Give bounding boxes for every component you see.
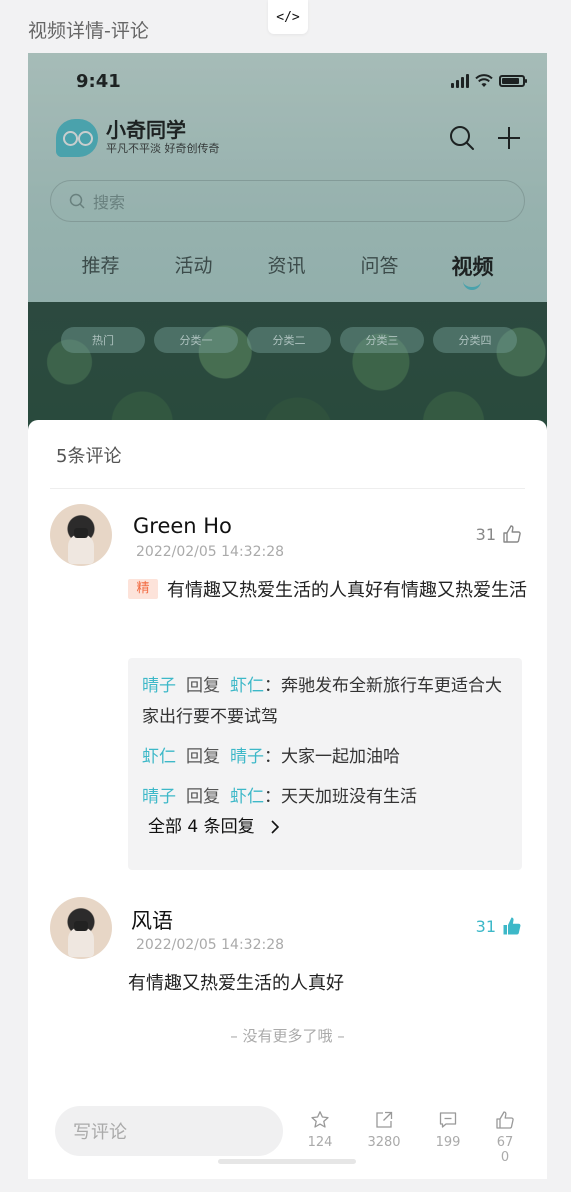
reply-from-user[interactable]: 虾仁 bbox=[142, 747, 176, 767]
logo-icon bbox=[56, 119, 98, 157]
brand: 小奇同学 平凡不平淡 好奇创传奇 bbox=[56, 119, 220, 157]
battery-icon bbox=[499, 75, 527, 87]
phone-screen: 9:41 小奇同学 平凡不平淡 好奇创传奇 搜索 推荐 活动 资讯 问答 视频 … bbox=[28, 53, 547, 1179]
comment-button[interactable]: 199 bbox=[424, 1110, 472, 1150]
reply-to-user[interactable]: 晴子 bbox=[230, 747, 264, 767]
reply-to-user[interactable]: 虾仁 bbox=[230, 676, 264, 696]
comments-sheet: 5条评论 Green Ho 2022/02/05 14:32:28 31 精有情… bbox=[28, 420, 547, 1179]
share-count: 3280 bbox=[367, 1135, 401, 1150]
search-icon[interactable] bbox=[449, 125, 475, 151]
featured-tag: 精 bbox=[128, 579, 158, 599]
chip-category-4[interactable]: 分类四 bbox=[433, 327, 517, 353]
status-time: 9:41 bbox=[76, 71, 121, 92]
reply-thread: 晴子 回复 虾仁：奔驰发布全新旅行车更适合大家出行要不要试驾 虾仁 回复 晴子：大家一起… bbox=[128, 658, 522, 870]
comment-text: 精有情趣又热爱生活的人真好有情趣又热爱生活 bbox=[128, 575, 528, 607]
brand-tagline: 平凡不平淡 好奇创传奇 bbox=[106, 142, 220, 155]
chevron-right-icon bbox=[271, 820, 279, 834]
brand-name: 小奇同学 bbox=[106, 118, 186, 142]
reply-item[interactable]: 晴子 回复 虾仁：奔驰发布全新旅行车更适合大家出行要不要试驾 bbox=[142, 671, 508, 733]
chip-category-3[interactable]: 分类三 bbox=[340, 327, 424, 353]
tab-qa[interactable]: 问答 bbox=[333, 251, 426, 291]
share-button[interactable]: 3280 bbox=[360, 1110, 408, 1150]
comment-icon bbox=[439, 1112, 457, 1128]
status-bar: 9:41 bbox=[28, 69, 547, 97]
avatar[interactable] bbox=[50, 504, 112, 566]
comment-text: 有情趣又热爱生活的人真好 bbox=[128, 973, 344, 994]
reply-from-user[interactable]: 晴子 bbox=[142, 676, 176, 696]
comment-input[interactable]: 写评论 bbox=[55, 1106, 283, 1156]
bottom-action-bar: 写评论 124 3280 199 670 bbox=[28, 1086, 547, 1179]
thumbs-up-icon bbox=[503, 525, 521, 543]
add-icon[interactable] bbox=[497, 126, 521, 150]
code-view-button[interactable]: </> bbox=[268, 0, 308, 34]
like-button[interactable]: 31 bbox=[476, 916, 522, 936]
comment-user-name[interactable]: Green Ho bbox=[133, 514, 232, 538]
like-button[interactable]: 31 bbox=[476, 524, 522, 544]
star-icon bbox=[311, 1111, 329, 1128]
like-count: 31 bbox=[475, 916, 496, 936]
search-input[interactable]: 搜索 bbox=[50, 180, 525, 222]
reply-to-user[interactable]: 虾仁 bbox=[230, 787, 264, 807]
page-label: 视频详情-评论 bbox=[28, 20, 149, 42]
reply-item[interactable]: 晴子 回复 虾仁：天天加班没有生活 bbox=[142, 782, 508, 813]
tab-news[interactable]: 资讯 bbox=[240, 251, 333, 291]
like-count: 31 bbox=[475, 524, 496, 544]
wifi-icon bbox=[475, 74, 493, 87]
avatar[interactable] bbox=[50, 897, 112, 959]
like-video-button[interactable]: 670 bbox=[494, 1110, 516, 1165]
comments-count-title: 5条评论 bbox=[56, 446, 122, 467]
thumbs-up-filled-icon bbox=[503, 917, 521, 935]
chip-category-2[interactable]: 分类二 bbox=[247, 327, 331, 353]
comment-user-name[interactable]: 风语 bbox=[131, 905, 173, 935]
search-icon bbox=[69, 193, 85, 209]
chip-hot[interactable]: 热门 bbox=[61, 327, 145, 353]
comment-time: 2022/02/05 14:32:28 bbox=[136, 544, 285, 560]
category-chips: 热门 分类一 分类二 分类三 分类四 bbox=[61, 327, 517, 353]
search-placeholder: 搜索 bbox=[93, 193, 126, 212]
signal-icon bbox=[451, 74, 469, 88]
divider bbox=[50, 488, 525, 489]
reply-item[interactable]: 虾仁 回复 晴子：大家一起加油哈 bbox=[142, 742, 508, 773]
reply-from-user[interactable]: 晴子 bbox=[142, 787, 176, 807]
favorite-button[interactable]: 124 bbox=[296, 1110, 344, 1150]
thumbs-up-icon bbox=[496, 1111, 514, 1129]
comment-time: 2022/02/05 14:32:28 bbox=[136, 937, 285, 953]
tab-bar: 推荐 活动 资讯 问答 视频 bbox=[28, 251, 547, 291]
tab-recommend[interactable]: 推荐 bbox=[54, 251, 147, 291]
no-more-indicator: – 没有更多了哦 – bbox=[230, 1027, 345, 1045]
favorite-count: 124 bbox=[307, 1135, 333, 1150]
view-all-replies-button[interactable]: 全部 4 条回复 bbox=[148, 815, 508, 839]
like-count: 670 bbox=[496, 1135, 514, 1165]
comment-count: 199 bbox=[435, 1135, 461, 1150]
home-indicator bbox=[218, 1159, 356, 1164]
share-icon bbox=[376, 1111, 393, 1128]
chip-category-1[interactable]: 分类一 bbox=[154, 327, 238, 353]
tab-video[interactable]: 视频 bbox=[426, 251, 519, 291]
tab-events[interactable]: 活动 bbox=[147, 251, 240, 291]
